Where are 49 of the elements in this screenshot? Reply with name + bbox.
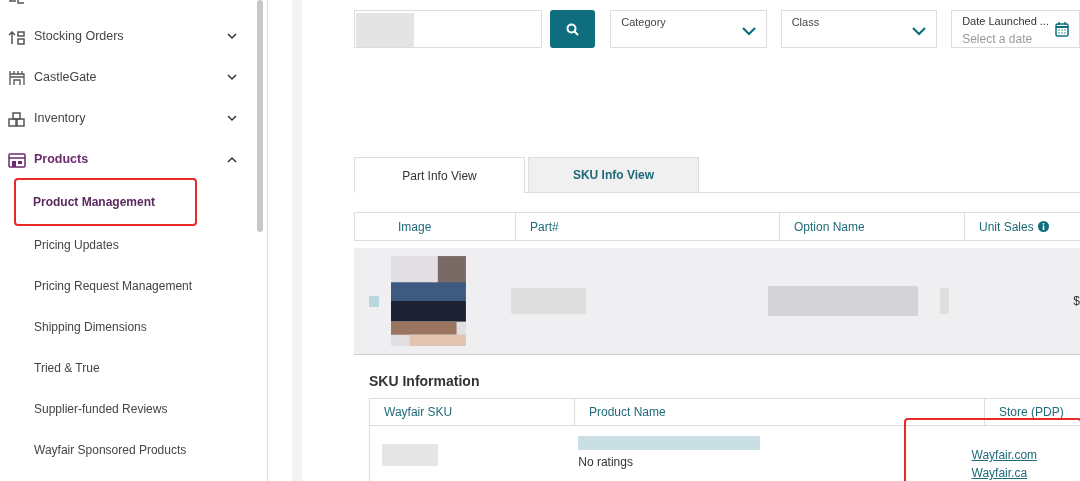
row-checkbox[interactable] — [369, 295, 380, 307]
search-button[interactable] — [550, 10, 596, 48]
blurred-text — [382, 444, 438, 466]
column-header[interactable]: Wayfair SKU — [370, 399, 575, 425]
scrollbar[interactable] — [257, 0, 263, 232]
sidebar-item[interactable]: CastleGate — [0, 57, 267, 98]
chevron-down-icon — [912, 27, 927, 36]
date-placeholder: Select a date — [962, 30, 1034, 48]
sidebar-subitem[interactable]: Supplier-funded Reviews — [0, 388, 267, 429]
search-icon — [566, 22, 580, 36]
class-dropdown[interactable]: Class — [780, 10, 938, 48]
column-header[interactable]: Option Name — [780, 213, 965, 240]
tab[interactable]: Part Info View — [354, 157, 525, 193]
chevron-down-icon — [227, 33, 237, 40]
sidebar-item[interactable]: Stocking Orders — [0, 16, 267, 57]
boxes-icon — [8, 110, 26, 127]
column-header[interactable]: Product Name — [575, 399, 985, 425]
category-dropdown[interactable]: Category — [610, 10, 767, 48]
sidebar-subitem[interactable]: Wayfair Sponsored Products — [0, 429, 267, 470]
sidebar-subitem[interactable]: Pricing Request Management — [0, 265, 267, 306]
sidebar-item[interactable]: Inventory — [0, 98, 267, 139]
search-field[interactable] — [354, 10, 543, 48]
sidebar-item[interactable]: Products — [0, 139, 267, 180]
date-field[interactable]: Date Launched ... Select a date — [951, 10, 1080, 48]
price-text: $ — [1073, 293, 1080, 310]
column-header[interactable]: Part# — [516, 213, 780, 240]
info-icon — [1037, 221, 1049, 232]
column-header[interactable]: Image — [355, 213, 516, 240]
section-title: SKU Information — [369, 372, 481, 391]
blurred-text — [356, 13, 414, 47]
chevron-down-icon — [741, 27, 756, 36]
sidebar-subitem[interactable]: Tried & True — [0, 347, 267, 388]
store-link[interactable]: Wayfair.ca — [971, 464, 1080, 481]
chevron-down-icon — [227, 115, 237, 122]
rating-text: No ratings — [578, 454, 634, 471]
column-header[interactable]: Store (PDP) — [985, 399, 1080, 425]
store-link[interactable]: Wayfair.com — [971, 446, 1080, 464]
date-label: Date Launched ... — [962, 14, 1049, 29]
calendar-icon — [1055, 22, 1069, 37]
tab[interactable]: SKU Info View — [528, 157, 699, 192]
column-header[interactable]: Unit Sales — [965, 213, 1080, 240]
store-icon — [8, 151, 26, 168]
sidebar-subitem[interactable]: Pricing Updates — [0, 224, 267, 265]
chevron-down-icon — [227, 74, 237, 81]
sidebar-subitem[interactable]: Shipping Dimensions — [0, 306, 267, 347]
castle-icon — [8, 69, 26, 86]
sidebar-subitem[interactable]: Product Management — [16, 180, 195, 224]
chevron-up-icon — [227, 156, 237, 163]
upload-icon — [8, 28, 26, 45]
